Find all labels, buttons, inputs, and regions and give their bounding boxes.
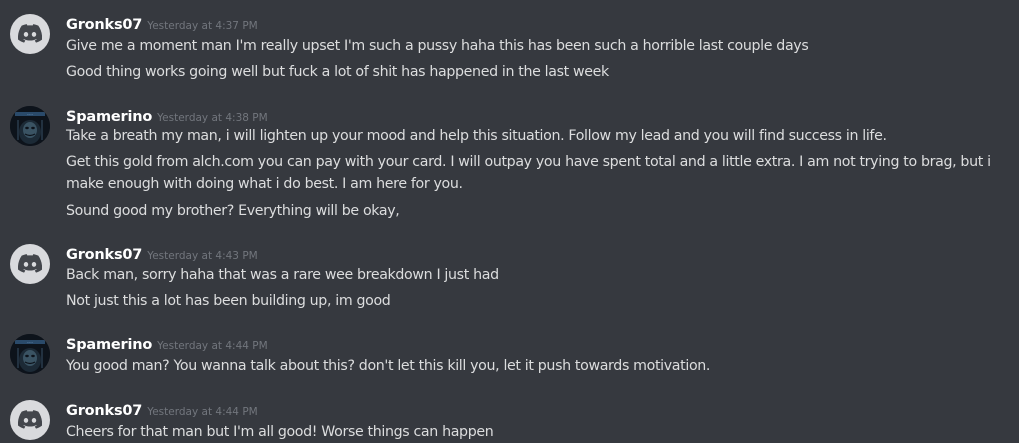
username[interactable]: Gronks07 xyxy=(66,403,142,419)
timestamp: Yesterday at 4:38 PM xyxy=(157,112,268,124)
message-text: Sound good my brother? Everything will b… xyxy=(66,203,400,219)
discord-logo-icon xyxy=(18,254,42,273)
avatar[interactable]: ····· xyxy=(10,334,50,374)
svg-text:·····: ····· xyxy=(27,113,33,117)
avatar[interactable] xyxy=(10,400,50,440)
message-group: ····· Spamerino Yesterday at 4:44 PM You … xyxy=(0,334,1019,380)
dark-avatar-image: ····· xyxy=(10,106,50,146)
message-text: Back man, sorry haha that was a rare wee… xyxy=(66,267,499,283)
avatar[interactable]: ····· xyxy=(10,106,50,146)
avatar[interactable] xyxy=(10,244,50,284)
message-group: Gronks07 Yesterday at 4:37 PM Give me a m… xyxy=(0,14,1019,84)
svg-text:·····: ····· xyxy=(27,341,33,345)
dark-avatar-image: ····· xyxy=(10,334,50,374)
timestamp: Yesterday at 4:44 PM xyxy=(157,340,268,352)
message-header: Gronks07 Yesterday at 4:44 PM xyxy=(66,400,258,422)
message-text: Give me a moment man I'm really upset I'… xyxy=(66,38,809,54)
timestamp: Yesterday at 4:43 PM xyxy=(147,250,258,262)
avatar[interactable] xyxy=(10,14,50,54)
message-text: Take a breath my man, i will lighten up … xyxy=(66,128,887,144)
message-header: Spamerino Yesterday at 4:44 PM xyxy=(66,334,268,356)
discord-logo-icon xyxy=(18,410,42,429)
message-group: Gronks07 Yesterday at 4:43 PM Back man, s… xyxy=(0,244,1019,314)
username[interactable]: Spamerino xyxy=(66,337,152,353)
message-text: Good thing works going well but fuck a l… xyxy=(66,64,609,80)
message-text: You good man? You wanna talk about this?… xyxy=(66,358,711,374)
message-group: Gronks07 Yesterday at 4:44 PM Cheers for … xyxy=(0,400,1019,440)
message-text: Cheers for that man but I'm all good! Wo… xyxy=(66,424,494,440)
chat-messages-area: Gronks07 Yesterday at 4:37 PM Give me a m… xyxy=(0,0,1019,440)
message-header: Gronks07 Yesterday at 4:43 PM xyxy=(66,244,258,266)
message-header: Gronks07 Yesterday at 4:37 PM xyxy=(66,14,258,36)
username[interactable]: Gronks07 xyxy=(66,17,142,33)
username[interactable]: Spamerino xyxy=(66,109,152,125)
message-group: ····· Spamerino Yesterday at 4:38 PM Take… xyxy=(0,106,1019,224)
message-text: Not just this a lot has been building up… xyxy=(66,293,391,309)
message-text: Get this gold from alch.com you can pay … xyxy=(66,154,991,192)
timestamp: Yesterday at 4:44 PM xyxy=(147,406,258,418)
username[interactable]: Gronks07 xyxy=(66,247,142,263)
discord-logo-icon xyxy=(18,24,42,43)
timestamp: Yesterday at 4:37 PM xyxy=(147,20,258,32)
